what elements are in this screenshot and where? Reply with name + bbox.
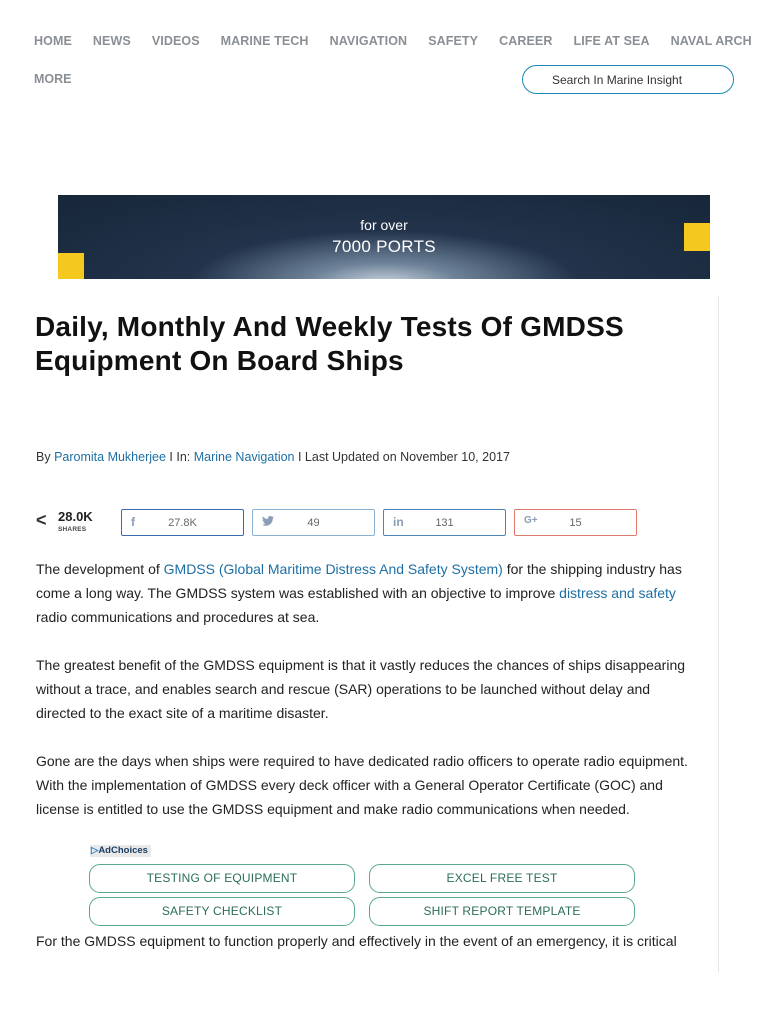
paragraph-text: The development of <box>36 561 164 577</box>
nav-item-naval-arch[interactable]: NAVAL ARCH <box>671 34 752 48</box>
meta-by: By <box>36 450 51 464</box>
meta-updated: I Last Updated on November 10, 2017 <box>297 450 510 464</box>
google-plus-share-count: 15 <box>569 517 582 529</box>
share-icon: < <box>36 510 47 530</box>
article-paragraph: The greatest benefit of the GMDSS equipm… <box>36 657 686 721</box>
facebook-share-button[interactable]: f 27.8K <box>121 509 244 536</box>
meta-in: I In: <box>169 450 191 464</box>
article-meta: By Paromita Mukherjee I In: Marine Navig… <box>36 450 510 464</box>
banner-ad[interactable]: for over 7000 PORTS <box>58 195 710 279</box>
author-link[interactable]: Paromita Mukherjee <box>54 450 166 464</box>
nav-item-home[interactable]: HOME <box>34 34 72 48</box>
ad-link-button[interactable]: EXCEL FREE TEST <box>369 864 635 893</box>
ad-link-button[interactable]: TESTING OF EQUIPMENT <box>89 864 355 893</box>
linkedin-share-count: 131 <box>435 517 454 529</box>
top-navigation: HOME NEWS VIDEOS MARINE TECH NAVIGATION … <box>0 0 768 110</box>
sidebar-divider <box>718 296 719 972</box>
nav-item-life-at-sea[interactable]: LIFE AT SEA <box>574 34 650 48</box>
search-box <box>522 65 734 94</box>
nav-item-videos[interactable]: VIDEOS <box>152 34 200 48</box>
paragraph-text: radio communications and procedures at s… <box>36 609 320 625</box>
facebook-share-count: 27.8K <box>168 517 197 529</box>
nav-item-navigation[interactable]: NAVIGATION <box>330 34 408 48</box>
nav-item-marine-tech[interactable]: MARINE TECH <box>221 34 309 48</box>
category-link[interactable]: Marine Navigation <box>194 450 295 464</box>
ad-link-button[interactable]: SHIFT REPORT TEMPLATE <box>369 897 635 926</box>
google-plus-share-button[interactable]: G+ 15 <box>514 509 637 536</box>
search-input[interactable] <box>550 72 734 88</box>
article-title: Daily, Monthly And Weekly Tests Of GMDSS… <box>35 311 624 376</box>
adchoices-badge[interactable]: ▷AdChoices <box>90 845 151 857</box>
nav-menu: HOME NEWS VIDEOS MARINE TECH NAVIGATION … <box>34 34 768 48</box>
gmdss-link[interactable]: GMDSS (Global Maritime Distress And Safe… <box>164 561 503 577</box>
distress-and-safety-link[interactable]: distress and safety <box>559 585 676 601</box>
share-label: SHARES <box>58 526 87 533</box>
adchoices-label: AdChoices <box>98 845 148 856</box>
twitter-share-button[interactable]: 49 <box>252 509 375 536</box>
nav-item-more[interactable]: MORE <box>34 72 72 86</box>
article-paragraph: The development of GMDSS (Global Maritim… <box>36 557 700 629</box>
article-paragraph: Gone are the days when ships were requir… <box>36 753 688 817</box>
nav-item-career[interactable]: CAREER <box>499 34 552 48</box>
twitter-share-count: 49 <box>307 517 320 529</box>
article-paragraph: For the GMDSS equipment to function prop… <box>36 933 677 949</box>
nav-item-news[interactable]: NEWS <box>93 34 131 48</box>
banner-text-line2: 7000 PORTS <box>332 237 436 256</box>
ad-link-button[interactable]: SAFETY CHECKLIST <box>89 897 355 926</box>
banner-text-line1: for over <box>360 217 408 233</box>
share-count: 28.0K <box>58 509 93 524</box>
nav-item-safety[interactable]: SAFETY <box>428 34 478 48</box>
linkedin-share-button[interactable]: in 131 <box>383 509 506 536</box>
